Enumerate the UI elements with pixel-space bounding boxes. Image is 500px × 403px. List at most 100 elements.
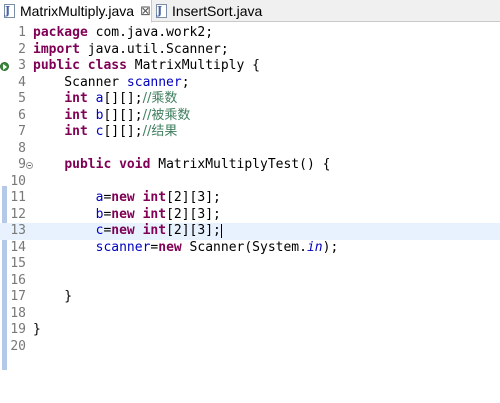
- keyword-token: int: [142, 206, 167, 222]
- line-number: 5: [18, 91, 26, 106]
- comment-token: //被乘数: [142, 107, 191, 123]
- tab-label: MatrixMultiply.java: [19, 3, 135, 19]
- line-number: 7: [18, 124, 26, 139]
- code-token: );: [322, 239, 339, 255]
- code-text[interactable]: a=new int[2][3];: [33, 190, 221, 207]
- code-text[interactable]: }: [33, 322, 41, 339]
- code-token: [2][3];: [166, 206, 221, 222]
- line-number: 13: [10, 223, 26, 238]
- line-number: 10: [10, 173, 26, 189]
- code-line[interactable]: 17 }: [0, 289, 500, 306]
- code-line[interactable]: 1 package com.java.work2;: [0, 25, 500, 42]
- line-number: 15: [10, 256, 26, 271]
- code-token: [2][3];: [166, 190, 221, 205]
- code-line[interactable]: 16: [0, 273, 500, 290]
- tab-insertsort[interactable]: J InsertSort.java: [152, 0, 272, 22]
- tab-matrixmultiply[interactable]: J MatrixMultiply.java ⊠: [0, 0, 152, 23]
- code-line[interactable]: 2 import java.util.Scanner;: [0, 42, 500, 59]
- keyword-token: int: [64, 91, 88, 106]
- code-text[interactable]: scanner=new Scanner(System.in);: [33, 239, 339, 257]
- line-number: 1: [18, 25, 26, 40]
- run-marker-icon[interactable]: [0, 62, 9, 71]
- tab-label: InsertSort.java: [172, 3, 263, 19]
- keyword-token: int: [64, 107, 88, 123]
- code-text[interactable]: b=new int[2][3];: [33, 207, 221, 224]
- java-file-icon: J: [3, 3, 17, 19]
- java-file-icon: J: [155, 3, 169, 19]
- code-line[interactable]: 18: [0, 306, 500, 323]
- editor-tab-bar: J MatrixMultiply.java ⊠ J InsertSort.jav…: [0, 0, 500, 23]
- code-text[interactable]: public class MatrixMultiply {: [33, 58, 260, 75]
- code-line[interactable]: 14 scanner=new Scanner(System.in);: [0, 240, 500, 257]
- code-line[interactable]: 15: [0, 256, 500, 273]
- line-number: 3: [18, 58, 26, 73]
- code-token: }: [33, 322, 41, 337]
- code-text[interactable]: int c[][];//结果: [33, 124, 177, 141]
- code-line[interactable]: 10: [0, 174, 500, 191]
- code-line[interactable]: 5 int a[][];//乘数: [0, 91, 500, 108]
- code-line[interactable]: 7 int c[][];//结果: [0, 124, 500, 141]
- comment-token: //结果: [142, 124, 178, 139]
- code-text[interactable]: import java.util.Scanner;: [33, 42, 229, 59]
- code-editor[interactable]: 1 package com.java.work2; 2 import java.uti…: [0, 22, 500, 403]
- code-line[interactable]: 12 b=new int[2][3];: [0, 207, 500, 224]
- code-line[interactable]: 19}: [0, 322, 500, 339]
- code-token: [][];: [103, 91, 143, 106]
- code-line[interactable]: 3 public class MatrixMultiply {: [0, 58, 500, 75]
- code-line[interactable]: 6 int b[][];//被乘数: [0, 108, 500, 125]
- field-token: scanner: [126, 74, 182, 90]
- code-text[interactable]: package com.java.work2;: [33, 25, 213, 42]
- line-number: 18: [10, 305, 26, 321]
- code-line[interactable]: 9 public void MatrixMultiplyTest() {: [0, 157, 500, 174]
- close-icon[interactable]: ⊠: [140, 4, 151, 19]
- code-token: }: [33, 289, 73, 304]
- keyword-token: public: [33, 58, 80, 73]
- line-number: 4: [18, 74, 26, 90]
- keyword-token: new: [111, 223, 135, 238]
- line-number: 11: [10, 190, 26, 205]
- code-line[interactable]: 8: [0, 141, 500, 158]
- code-line[interactable]: 13 c=new int[2][3];: [0, 223, 500, 240]
- line-number: 6: [18, 107, 26, 123]
- code-token: [][];: [103, 124, 143, 139]
- code-text[interactable]: int a[][];//乘数: [33, 91, 177, 108]
- keyword-token: new: [111, 190, 135, 205]
- code-line[interactable]: 11 a=new int[2][3];: [0, 190, 500, 207]
- code-token: Scanner(System.: [181, 239, 307, 255]
- keyword-token: package: [33, 25, 88, 40]
- code-text[interactable]: public void MatrixMultiplyTest() {: [33, 157, 330, 174]
- keyword-token: class: [87, 58, 127, 73]
- keyword-token: new: [111, 206, 135, 222]
- code-line[interactable]: 4 Scanner scanner;: [0, 75, 500, 92]
- code-line[interactable]: 20: [0, 339, 500, 356]
- fold-toggle-icon[interactable]: [26, 162, 33, 169]
- line-number: 9: [18, 157, 26, 172]
- line-number: 8: [18, 140, 26, 156]
- code-text[interactable]: }: [33, 289, 72, 306]
- field-token: in: [306, 239, 323, 255]
- code-token: MatrixMultiply {: [126, 58, 260, 73]
- code-text[interactable]: int b[][];//被乘数: [33, 108, 190, 125]
- keyword-token: import: [33, 41, 80, 57]
- code-text[interactable]: c=new int[2][3];: [33, 223, 222, 240]
- code-text[interactable]: Scanner scanner;: [33, 74, 189, 92]
- line-number: 12: [10, 206, 26, 222]
- comment-token: //乘数: [142, 91, 178, 106]
- line-number: 20: [10, 338, 26, 354]
- keyword-token: int: [142, 190, 167, 205]
- keyword-token: int: [142, 223, 167, 238]
- code-token: MatrixMultiplyTest() {: [150, 157, 331, 172]
- keyword-token: void: [119, 157, 151, 172]
